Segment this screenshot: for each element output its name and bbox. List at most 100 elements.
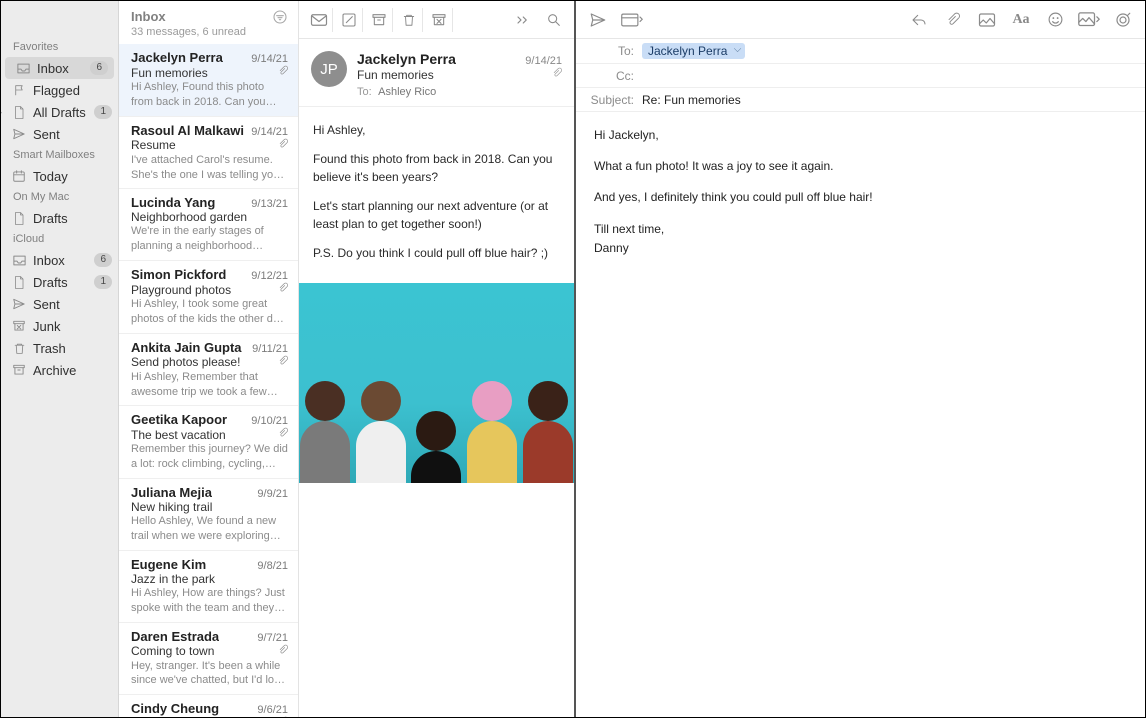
message-list-item[interactable]: Daren Estrada9/7/21Coming to townHey, st… (119, 623, 298, 696)
sidebar-item-ic-drafts[interactable]: Drafts 1 (1, 271, 118, 293)
tray-icon (11, 252, 27, 268)
flag-icon (11, 82, 27, 98)
message-list-item[interactable]: Eugene Kim9/8/21Jazz in the parkHi Ashle… (119, 551, 298, 623)
sidebar-heading: iCloud (1, 229, 118, 249)
header-fields-icon[interactable] (620, 10, 644, 30)
sender: Eugene Kim (131, 557, 206, 572)
sidebar-item-flagged[interactable]: Flagged (1, 79, 118, 101)
doc-icon (11, 104, 27, 120)
send-icon[interactable] (586, 10, 610, 30)
sidebar-heading: On My Mac (1, 187, 118, 207)
date: 9/13/21 (251, 198, 288, 210)
preview: Hi Ashley, Found this photo from back in… (131, 80, 288, 110)
badge: 6 (94, 253, 112, 267)
emoji-icon[interactable] (1043, 10, 1067, 30)
sidebar-item-ic-archive[interactable]: Archive (1, 359, 118, 381)
sidebar-item-label: Drafts (33, 211, 112, 226)
attachment-icon (278, 716, 288, 717)
sidebar-heading: Smart Mailboxes (1, 145, 118, 165)
preview: I've attached Carol's resume. She's the … (131, 153, 288, 183)
archive-icon[interactable] (365, 8, 393, 32)
message-date: 9/14/21 (525, 55, 562, 67)
photo-icon[interactable] (975, 10, 999, 30)
subject: New hiking trail (131, 500, 212, 514)
junk-icon[interactable] (425, 8, 453, 32)
compose-toolbar: Aa (576, 1, 1145, 39)
to-label: To: (357, 86, 372, 98)
message-list-item[interactable]: Juliana Mejia9/9/21New hiking trailHello… (119, 479, 298, 551)
attachment-icon (278, 282, 288, 297)
doc-icon (11, 274, 27, 290)
subject: Send photos please! (131, 355, 240, 369)
message-attachment-image[interactable] (299, 283, 574, 483)
doc-icon (11, 210, 27, 226)
envelope-icon[interactable] (305, 8, 333, 32)
sidebar-item-inbox[interactable]: Inbox6 (5, 57, 114, 79)
sidebar-item-label: Inbox (37, 61, 84, 76)
sidebar-item-local-drafts[interactable]: Drafts (1, 207, 118, 229)
sidebar-item-ic-inbox[interactable]: Inbox6 (1, 249, 118, 271)
attachment-icon (552, 67, 562, 82)
trash-icon[interactable] (395, 8, 423, 32)
compose-to-field[interactable]: To: Jackelyn Perra (576, 39, 1145, 64)
paperplane-icon (11, 126, 27, 142)
sender: Lucinda Yang (131, 195, 215, 210)
date: 9/12/21 (251, 270, 288, 282)
date: 9/10/21 (251, 415, 288, 427)
sidebar-item-label: Sent (33, 127, 112, 142)
message-list-item[interactable]: Geetika Kapoor9/10/21The best vacationRe… (119, 406, 298, 479)
media-browser-icon[interactable] (1077, 10, 1101, 30)
sidebar-item-all-drafts[interactable]: ›All Drafts1 (1, 101, 118, 123)
sidebar-item-ic-sent[interactable]: Sent (1, 293, 118, 315)
sidebar-item-label: Junk (33, 319, 112, 334)
message-list-item[interactable]: Cindy Cheung9/6/21Window NookHey Ashley!… (119, 695, 298, 717)
sidebar-item-label: Flagged (33, 83, 112, 98)
sidebar-item-sent[interactable]: Sent (1, 123, 118, 145)
preview: Hi Ashley, I took some great photos of t… (131, 297, 288, 327)
sidebar-item-label: Sent (33, 297, 112, 312)
filter-icon[interactable] (272, 9, 288, 28)
message-list-item[interactable]: Jackelyn Perra9/14/21Fun memoriesHi Ashl… (119, 44, 298, 117)
subject: Jazz in the park (131, 572, 215, 586)
message-list[interactable]: Jackelyn Perra9/14/21Fun memoriesHi Ashl… (119, 44, 298, 717)
compose-body[interactable]: Hi Jackelyn, What a fun photo! It was a … (576, 112, 1145, 284)
date: 9/14/21 (251, 126, 288, 138)
message-list-item[interactable]: Rasoul Al Malkawi9/14/21ResumeI've attac… (119, 117, 298, 190)
recipient-token[interactable]: Jackelyn Perra (642, 43, 745, 59)
attach-icon[interactable] (941, 10, 965, 30)
preview: We're in the early stages of planning a … (131, 224, 288, 254)
message-from: Jackelyn Perra (357, 51, 456, 67)
sidebar-item-ic-junk[interactable]: Junk (1, 315, 118, 337)
date: 9/14/21 (251, 53, 288, 65)
date: 9/7/21 (257, 632, 288, 644)
search-icon[interactable] (540, 8, 568, 32)
date: 9/8/21 (257, 560, 288, 572)
subject: Neighborhood garden (131, 210, 247, 224)
reply-icon[interactable] (907, 10, 931, 30)
sidebar-item-label: Today (33, 169, 112, 184)
xmark-bin-icon (11, 318, 27, 334)
format-icon[interactable]: Aa (1009, 10, 1033, 30)
message-list-item[interactable]: Ankita Jain Gupta9/11/21Send photos plea… (119, 334, 298, 407)
sender: Simon Pickford (131, 267, 226, 282)
markup-icon[interactable] (1111, 10, 1135, 30)
date: 9/11/21 (252, 343, 288, 355)
attachment-icon (278, 65, 288, 80)
sender: Geetika Kapoor (131, 412, 227, 427)
sidebar-item-label: Drafts (33, 275, 88, 290)
message-list-item[interactable]: Lucinda Yang 9/13/21 Neighborhood gardenWe… (119, 189, 298, 261)
compose-cc-field[interactable]: Cc: (576, 64, 1145, 88)
sidebar-item-label: All Drafts (33, 105, 88, 120)
chevron-right-icon[interactable]: › (1, 107, 2, 117)
message-list-pane: Inbox 33 messages, 6 unread Jackelyn Per… (119, 1, 299, 717)
message-list-item[interactable]: Simon Pickford9/12/21Playground photosHi… (119, 261, 298, 334)
compose-subject-field[interactable]: Subject: Re: Fun memories (576, 88, 1145, 112)
badge: 1 (94, 275, 112, 289)
paperplane-icon (11, 296, 27, 312)
message-toolbar (299, 1, 574, 39)
sender: Daren Estrada (131, 629, 219, 644)
sidebar-item-today[interactable]: Today (1, 165, 118, 187)
more-icon[interactable] (510, 8, 538, 32)
compose-icon[interactable] (335, 8, 363, 32)
sidebar-item-ic-trash[interactable]: Trash (1, 337, 118, 359)
